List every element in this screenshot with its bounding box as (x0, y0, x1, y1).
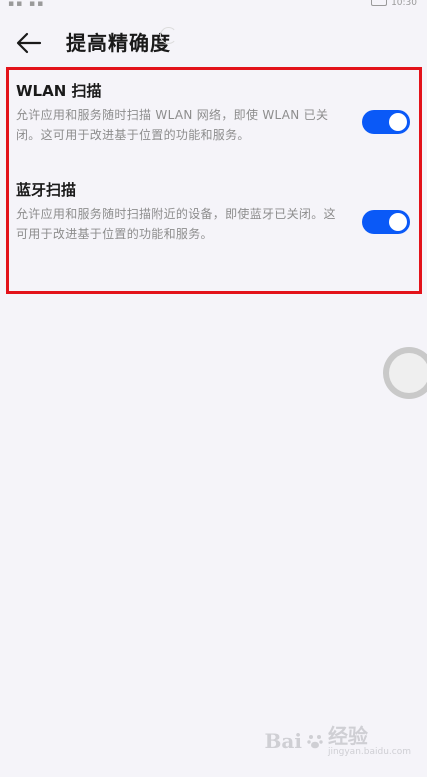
app-bar: 提高精确度 (0, 22, 427, 66)
loading-spinner-icon (160, 27, 177, 44)
floating-navigation-ball[interactable] (383, 347, 427, 399)
screen: ▪▪ ▪▪ 10:30 提高精确度 WLAN 扫描 允许应用和服务随时扫描 WL… (0, 0, 427, 777)
signal-icon: ▪▪ ▪▪ (8, 0, 46, 9)
wlan-scan-toggle[interactable] (362, 110, 410, 134)
setting-title: 蓝牙扫描 (16, 181, 77, 199)
page-title: 提高精确度 (66, 31, 171, 55)
setting-description: 允许应用和服务随时扫描附近的设备，即使蓝牙已关闭。这可用于改进基于位置的功能和服… (16, 207, 336, 241)
watermark-url: jingyan.baidu.com (327, 747, 411, 757)
watermark-brand: Bai (264, 729, 302, 753)
toggle-knob (389, 113, 407, 131)
watermark-suffix: 经验 (327, 724, 368, 748)
setting-bluetooth-scan[interactable]: 蓝牙扫描 允许应用和服务随时扫描附近的设备，即使蓝牙已关闭。这可用于改进基于位置… (16, 180, 416, 244)
toggle-knob (389, 213, 407, 231)
status-time: 10:30 (391, 0, 417, 8)
status-bar: ▪▪ ▪▪ 10:30 (0, 0, 427, 10)
arrow-left-icon (16, 32, 42, 54)
paw-icon (307, 735, 323, 749)
setting-wlan-scan[interactable]: WLAN 扫描 允许应用和服务随时扫描 WLAN 网络，即使 WLAN 已关闭。… (16, 81, 416, 145)
floating-ball-inner (389, 353, 427, 393)
setting-title: WLAN 扫描 (16, 82, 102, 100)
bluetooth-scan-toggle[interactable] (362, 210, 410, 234)
battery-icon (371, 0, 388, 6)
status-right: 10:30 (371, 0, 417, 8)
watermark: Bai 经验 jingyan.baidu.com (264, 725, 411, 757)
back-button[interactable] (12, 28, 46, 58)
watermark-text-block: 经验 jingyan.baidu.com (328, 725, 411, 757)
setting-description: 允许应用和服务随时扫描 WLAN 网络，即使 WLAN 已关闭。这可用于改进基于… (16, 108, 329, 142)
